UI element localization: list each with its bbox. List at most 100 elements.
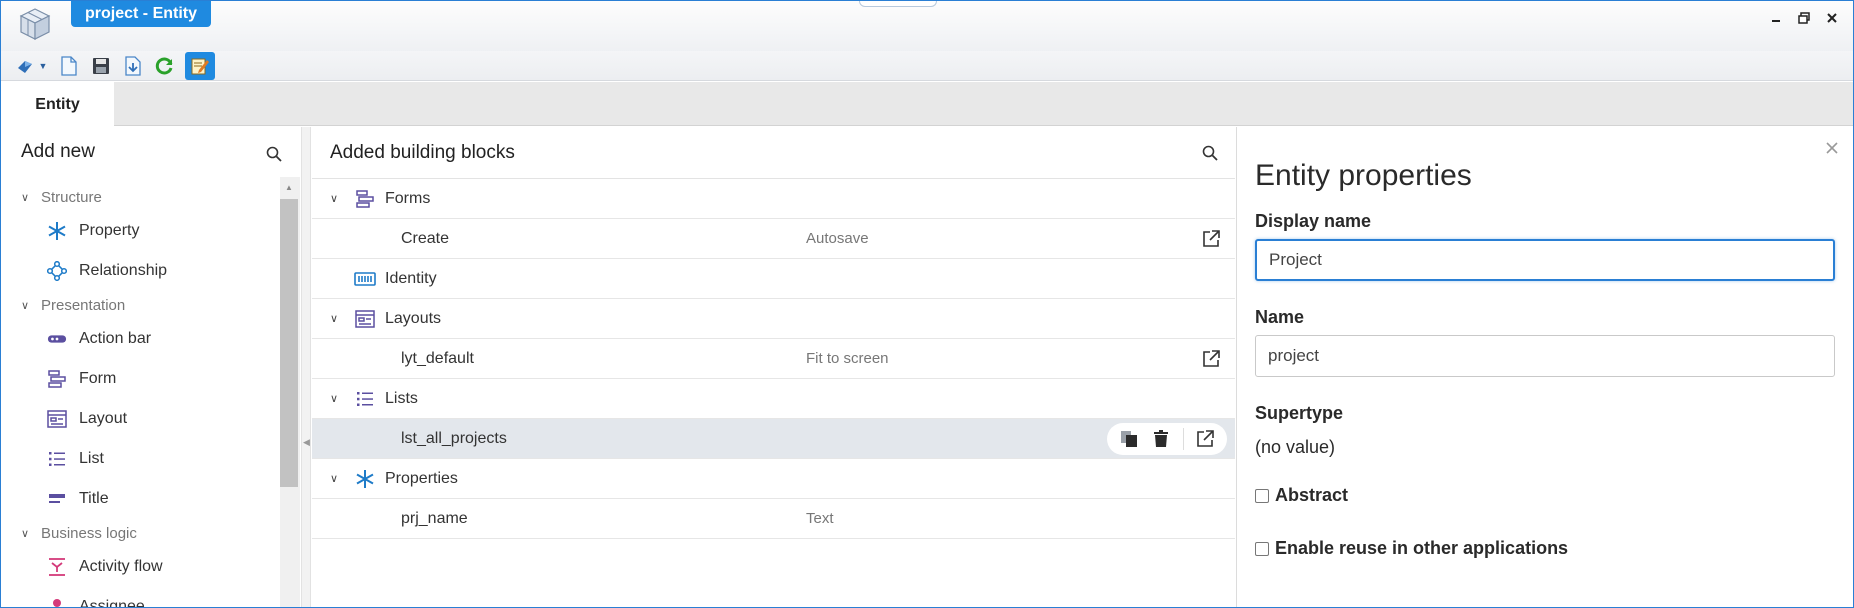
tree-row-forms[interactable]: ∨ Forms: [312, 179, 1235, 219]
added-blocks-header: Added building blocks: [312, 127, 1235, 179]
open-external-icon[interactable]: [1201, 349, 1221, 369]
tree-row-properties[interactable]: ∨ Properties: [312, 459, 1235, 499]
close-panel-icon[interactable]: [1823, 139, 1841, 157]
title-icon: [47, 489, 67, 509]
asterisk-icon: [354, 469, 376, 489]
list-icon: [354, 389, 376, 409]
add-title-item[interactable]: Title: [1, 479, 279, 519]
supertype-value: (no value): [1255, 437, 1336, 457]
enable-reuse-checkbox[interactable]: Enable reuse in other applications: [1255, 538, 1568, 559]
checkbox-label: Enable reuse in other applications: [1275, 538, 1569, 558]
collapse-arrow-icon[interactable]: ◀: [303, 437, 310, 448]
action-bar-icon: [47, 329, 67, 349]
list-icon: [47, 449, 67, 469]
name-input[interactable]: [1255, 335, 1835, 377]
group-label: Presentation: [41, 296, 126, 314]
tree-row-lists[interactable]: ∨ Lists: [312, 379, 1235, 419]
close-icon[interactable]: [1825, 11, 1839, 25]
chevron-down-icon[interactable]: ∨: [330, 472, 338, 485]
add-form-item[interactable]: Form: [1, 359, 279, 399]
toolbar: ▼: [1, 51, 1853, 81]
display-name-input[interactable]: [1255, 239, 1835, 281]
tree-row-prj-name[interactable]: prj_name Text: [312, 499, 1235, 539]
row-actions: [1107, 423, 1227, 455]
refresh-icon[interactable]: [153, 54, 177, 78]
tree-row-lyt-default[interactable]: lyt_default Fit to screen: [312, 339, 1235, 379]
row-description: Fit to screen: [806, 350, 889, 367]
chevron-down-icon: ∨: [21, 299, 30, 312]
chevron-down-icon[interactable]: ∨: [330, 392, 338, 405]
asterisk-icon: [47, 221, 67, 241]
new-document-icon[interactable]: [57, 54, 81, 78]
copy-icon[interactable]: [1118, 428, 1140, 450]
form-icon: [354, 189, 376, 209]
chevron-down-icon[interactable]: ∨: [330, 312, 338, 325]
panel-splitter[interactable]: [301, 127, 311, 607]
tree-row-layouts[interactable]: ∨ Layouts: [312, 299, 1235, 339]
navigate-icon[interactable]: [13, 54, 37, 78]
row-label: lyt_default: [401, 349, 474, 367]
search-icon[interactable]: [1199, 142, 1221, 164]
open-external-icon[interactable]: [1194, 428, 1216, 450]
row-description: Autosave: [806, 230, 869, 247]
tab-entity[interactable]: Entity: [1, 82, 114, 127]
row-label: prj_name: [401, 509, 468, 527]
assignee-icon: [47, 597, 67, 607]
layout-icon: [47, 409, 67, 429]
open-external-icon[interactable]: [1201, 229, 1221, 249]
add-new-panel: Add new ∨ Structure Property Relationshi…: [1, 127, 301, 608]
item-label: Assignee: [79, 598, 145, 608]
add-action-bar-item[interactable]: Action bar: [1, 319, 279, 359]
delete-icon[interactable]: [1150, 428, 1172, 450]
checkbox-box[interactable]: [1255, 488, 1269, 503]
properties-title: Entity properties: [1255, 159, 1472, 192]
title-bar: project - Entity: [1, 1, 1853, 53]
tab-strip: Entity: [1, 82, 1853, 127]
item-label: List: [79, 450, 104, 467]
scrollbar-thumb[interactable]: [280, 199, 298, 487]
group-structure[interactable]: ∨ Structure: [1, 183, 279, 211]
save-icon[interactable]: [89, 54, 113, 78]
row-label: Create: [401, 229, 450, 247]
item-label: Title: [79, 490, 109, 507]
tree-row-identity[interactable]: Identity: [312, 259, 1235, 299]
import-icon[interactable]: [121, 54, 145, 78]
window-title: project - Entity: [71, 1, 212, 27]
added-blocks-panel: Added building blocks ∨ Forms Create Aut…: [312, 127, 1235, 607]
add-relationship-item[interactable]: Relationship: [1, 251, 279, 291]
scroll-up-arrow-icon[interactable]: ▲: [285, 183, 293, 192]
checkbox-box[interactable]: [1255, 541, 1269, 556]
row-label: Identity: [385, 269, 437, 287]
app-logo-icon: [19, 7, 51, 41]
search-icon[interactable]: [263, 143, 285, 165]
group-label: Structure: [41, 188, 102, 206]
abstract-checkbox[interactable]: Abstract: [1255, 485, 1348, 506]
top-handle[interactable]: [859, 1, 937, 7]
chevron-down-icon[interactable]: ∨: [330, 192, 338, 205]
item-label: Layout: [79, 410, 128, 427]
navigate-dropdown-icon[interactable]: ▼: [37, 54, 49, 78]
group-presentation[interactable]: ∨ Presentation: [1, 291, 279, 319]
restore-icon[interactable]: [1797, 11, 1811, 25]
item-label: Action bar: [79, 330, 152, 347]
name-label: Name: [1255, 307, 1305, 327]
activity-flow-icon: [47, 557, 67, 577]
add-new-title: Add new: [21, 141, 95, 162]
add-activity-flow-item[interactable]: Activity flow: [1, 547, 279, 587]
edit-mode-icon[interactable]: [185, 51, 215, 80]
row-label: Forms: [385, 189, 431, 207]
add-layout-item[interactable]: Layout: [1, 399, 279, 439]
chevron-down-icon: ∨: [21, 527, 30, 540]
entity-properties-panel: Entity properties Display name Name Supe…: [1236, 127, 1853, 607]
add-property-item[interactable]: Property: [1, 211, 279, 251]
window-controls: [1769, 11, 1839, 25]
group-business-logic[interactable]: ∨ Business logic: [1, 519, 279, 547]
minimize-icon[interactable]: [1769, 11, 1783, 25]
add-list-item[interactable]: List: [1, 439, 279, 479]
tree-row-create[interactable]: Create Autosave: [312, 219, 1235, 259]
row-label: Properties: [385, 469, 458, 487]
chevron-down-icon: ∨: [21, 191, 30, 204]
row-label: Lists: [385, 389, 418, 407]
add-assignee-item[interactable]: Assignee: [1, 587, 279, 608]
tree-row-lst-all-projects[interactable]: lst_all_projects: [312, 419, 1235, 459]
